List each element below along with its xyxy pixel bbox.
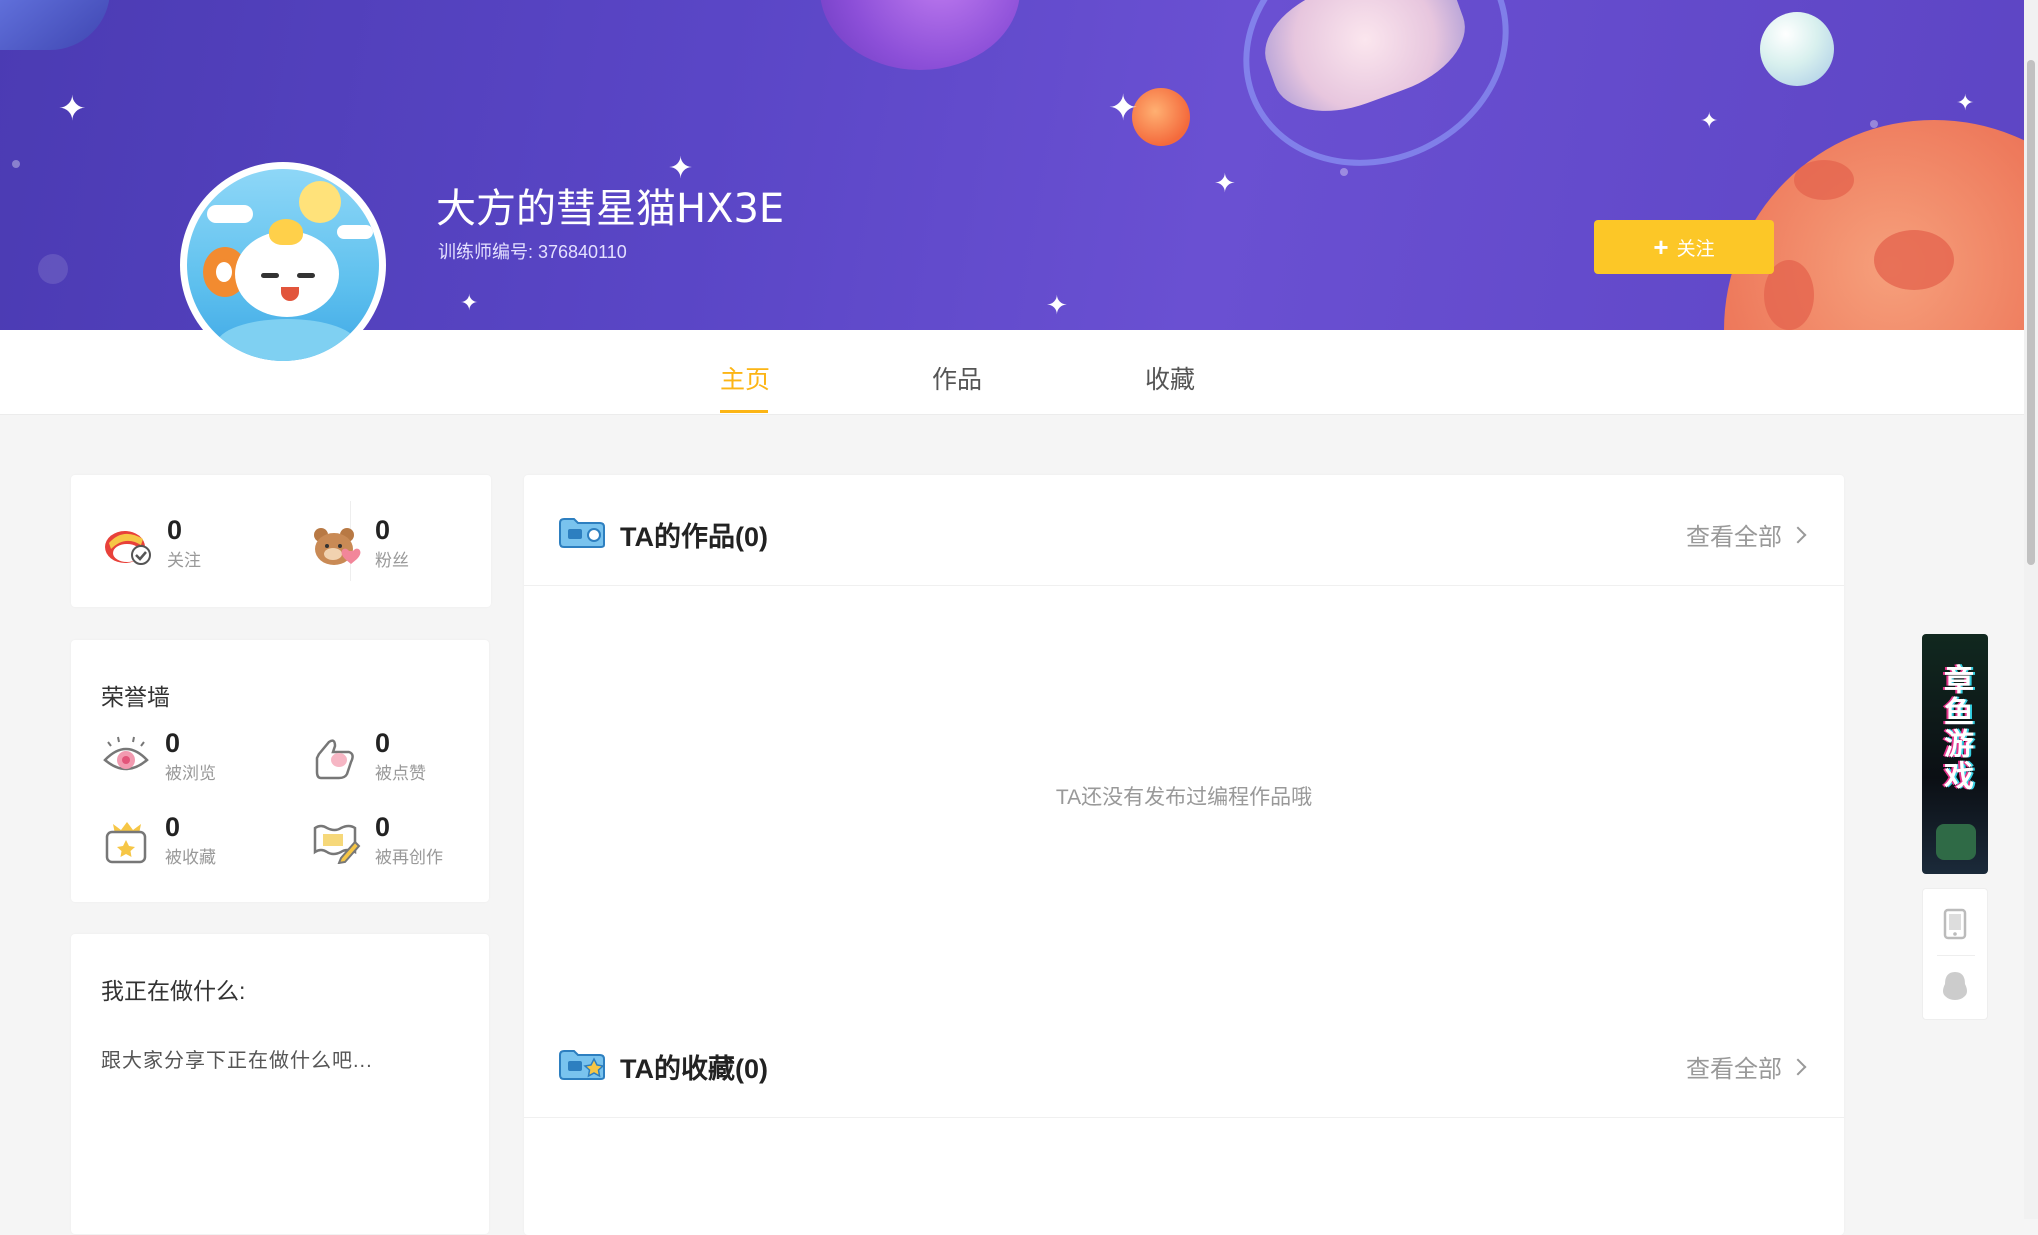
orange-planet-decoration [1132,88,1190,146]
tab-home[interactable]: 主页 [720,360,770,396]
favorites-view-all-link[interactable]: 查看全部 [1686,1049,1807,1084]
favorited-label: 被收藏 [165,848,216,867]
tab-works[interactable]: 作品 [932,360,982,396]
main-content-card: TA的作品(0) 查看全部 TA还没有发布过编程作品哦 TA的收藏(0) 查看全… [524,475,1844,1235]
purple-planet-decoration [820,0,1020,70]
rocket-decoration [0,0,110,50]
star-icon: ✦ [1700,108,1719,133]
likes-count: 0 [375,728,391,758]
plus-icon: + [1653,232,1669,262]
trainer-id: 训练师编号: 376840110 [438,242,627,262]
works-view-all-label: 查看全部 [1686,524,1782,551]
views-stat: 0 被浏览 [101,730,216,784]
status-title: 我正在做什么: [101,978,246,1004]
fans-bear-icon [311,521,361,567]
avatar[interactable] [180,162,386,368]
star-icon: ✦ [1108,87,1139,128]
status-input[interactable]: 跟大家分享下正在做什么吧... [101,1044,373,1073]
fans-count: 0 [375,515,391,545]
tab-favorites[interactable]: 收藏 [1145,360,1195,396]
social-stats-card: 0 关注 0 粉丝 [71,475,491,607]
fans-label: 粉丝 [375,551,409,570]
recreate-pencil-icon [311,818,361,865]
favorites-folder-icon [558,1049,606,1081]
works-section-header: TA的作品(0) 查看全部 [524,475,1844,586]
ad-character-image [1936,824,1976,860]
star-icon: ✦ [1046,290,1068,320]
star-icon: ✦ [58,90,87,128]
follow-bird-icon [103,521,153,567]
username: 大方的彗星猫HX3E [436,186,785,232]
eye-icon [101,734,151,780]
thumbs-up-icon [311,734,361,780]
star-icon: ✦ [1214,168,1236,198]
likes-stat: 0 被点赞 [311,730,426,784]
works-view-all-link[interactable]: 查看全部 [1686,517,1807,552]
works-section-title: TA的作品(0) [620,522,768,552]
star-icon: ✦ [1956,90,1975,115]
recreated-label: 被再创作 [375,848,443,867]
honor-wall-card: 荣誉墙 0 被浏览 0 被点赞 0 被收藏 0 被再创作 [71,640,489,902]
page-scrollbar[interactable] [2024,0,2038,1219]
follow-button[interactable]: + 关注 [1594,220,1774,274]
views-count: 0 [165,728,181,758]
works-empty-message: TA还没有发布过编程作品哦 [1055,786,1313,809]
star-icon: ✦ [460,290,479,315]
favorites-section-header: TA的收藏(0) 查看全部 [524,1007,1844,1118]
side-ad-text: 章鱼游戏 [1939,664,1972,792]
favorites-view-all-label: 查看全部 [1686,1056,1782,1083]
following-stat[interactable]: 0 关注 [103,517,201,571]
following-label: 关注 [167,551,201,570]
scrollbar-thumb[interactable] [2027,60,2035,565]
side-ad-banner[interactable]: 章鱼游戏 [1922,634,1988,874]
honor-wall-title: 荣誉墙 [101,684,170,710]
following-count: 0 [167,515,183,545]
favorited-count: 0 [165,812,181,842]
avatar-image [187,169,379,361]
mobile-phone-icon[interactable] [1923,899,1987,949]
likes-label: 被点赞 [375,764,426,783]
recreated-stat: 0 被再创作 [311,814,443,868]
fans-stat[interactable]: 0 粉丝 [311,517,409,571]
follow-button-label: 关注 [1676,238,1715,260]
favorited-stat: 0 被收藏 [101,814,216,868]
chevron-right-icon [1789,526,1807,543]
floating-toolbar [1922,888,1988,1020]
status-card: 我正在做什么: 跟大家分享下正在做什么吧... [71,934,489,1234]
qq-penguin-icon[interactable] [1923,961,1987,1011]
favorite-box-icon [101,818,151,864]
favorites-section-title: TA的收藏(0) [620,1054,768,1084]
active-tab-indicator [720,410,768,413]
recreated-count: 0 [375,812,391,842]
views-label: 被浏览 [165,764,216,783]
chevron-right-icon [1789,1058,1807,1075]
works-folder-icon [558,517,606,549]
pearl-planet-decoration [1760,12,1834,86]
